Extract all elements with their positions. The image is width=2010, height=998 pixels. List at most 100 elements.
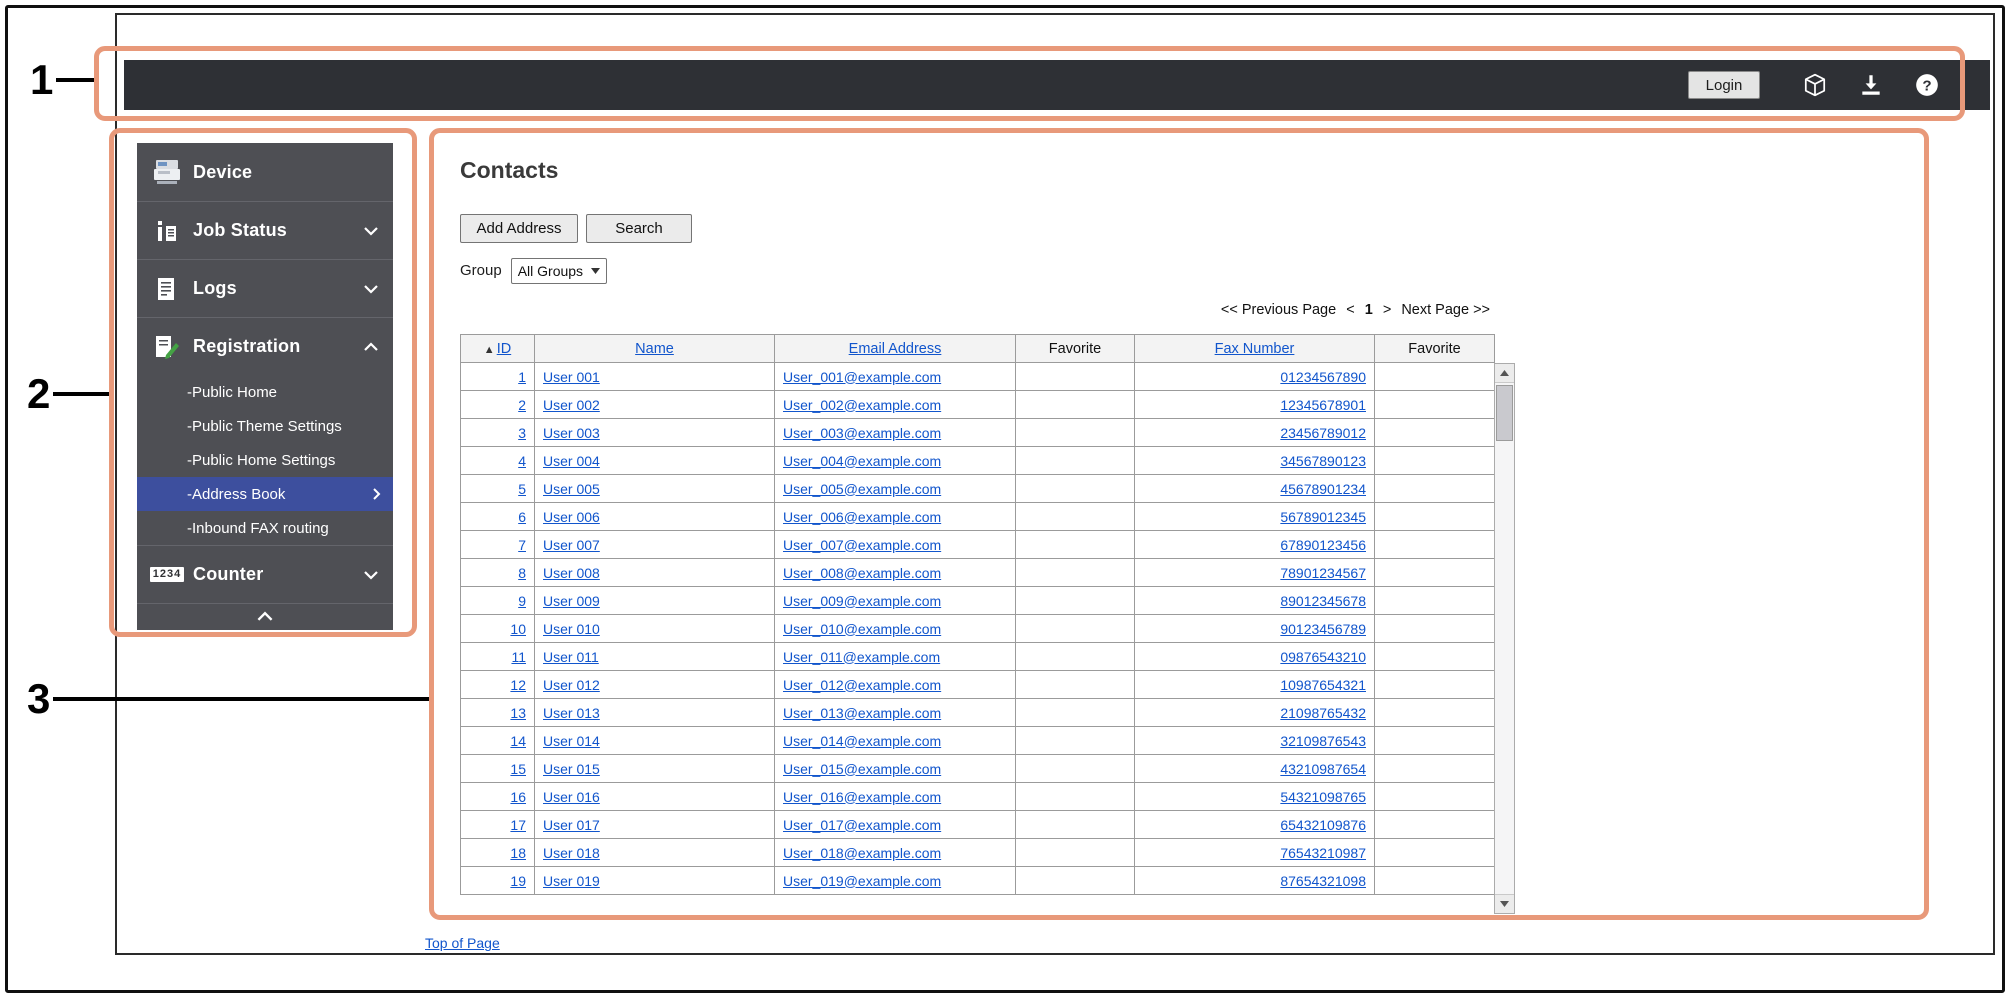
contact-id-link[interactable]: 8 (518, 565, 526, 581)
header-id-link[interactable]: ID (497, 341, 512, 357)
group-select[interactable]: All Groups (511, 258, 607, 284)
contact-fax-link[interactable]: 10987654321 (1280, 677, 1366, 693)
contact-name-link[interactable]: User 006 (543, 509, 600, 525)
contact-fax-link[interactable]: 89012345678 (1280, 593, 1366, 609)
sidebar-item-logs[interactable]: Logs (137, 259, 393, 317)
contact-fax-link[interactable]: 65432109876 (1280, 817, 1366, 833)
contact-fax-link[interactable]: 87654321098 (1280, 873, 1366, 889)
contact-name-link[interactable]: User 004 (543, 453, 600, 469)
sidebar-collapse-button[interactable] (137, 603, 393, 632)
contact-fax-link[interactable]: 90123456789 (1280, 621, 1366, 637)
contact-fax-link[interactable]: 67890123456 (1280, 537, 1366, 553)
contact-name-link[interactable]: User 017 (543, 817, 600, 833)
contact-email-link[interactable]: User_009@example.com (783, 593, 941, 609)
contact-email-link[interactable]: User_011@example.com (783, 649, 940, 665)
contact-name-link[interactable]: User 007 (543, 537, 600, 553)
contact-id-link[interactable]: 7 (518, 537, 526, 553)
contact-fax-link[interactable]: 54321098765 (1280, 789, 1366, 805)
contact-fax-link[interactable]: 01234567890 (1280, 369, 1366, 385)
contact-id-link[interactable]: 2 (518, 397, 526, 413)
contact-id-link[interactable]: 11 (511, 649, 526, 665)
contact-email-link[interactable]: User_012@example.com (783, 677, 941, 693)
contact-fax-link[interactable]: 34567890123 (1280, 453, 1366, 469)
sidebar-item-registration[interactable]: Registration (137, 317, 393, 375)
contact-name-link[interactable]: User 010 (543, 621, 600, 637)
contact-fax-link[interactable]: 32109876543 (1280, 733, 1366, 749)
previous-single-link[interactable]: < (1346, 302, 1354, 318)
login-button[interactable]: Login (1688, 71, 1760, 99)
contact-email-link[interactable]: User_018@example.com (783, 845, 941, 861)
contact-name-link[interactable]: User 018 (543, 845, 600, 861)
contact-fax-link[interactable]: 23456789012 (1280, 425, 1366, 441)
contact-id-link[interactable]: 19 (510, 873, 526, 889)
scroll-down-button[interactable] (1495, 894, 1514, 913)
vertical-scrollbar[interactable] (1494, 363, 1515, 914)
contact-name-link[interactable]: User 009 (543, 593, 600, 609)
search-button[interactable]: Search (586, 214, 692, 243)
contact-id-link[interactable]: 1 (518, 369, 526, 385)
sidebar-item-counter[interactable]: 1234 Counter (137, 545, 393, 603)
contact-email-link[interactable]: User_007@example.com (783, 537, 941, 553)
sidebar-item-job-status[interactable]: Job Status (137, 201, 393, 259)
scroll-up-button[interactable] (1495, 364, 1514, 383)
contact-name-link[interactable]: User 013 (543, 705, 600, 721)
contact-id-link[interactable]: 14 (510, 733, 526, 749)
contact-id-link[interactable]: 17 (510, 817, 526, 833)
contact-fax-link[interactable]: 09876543210 (1280, 649, 1366, 665)
contact-email-link[interactable]: User_014@example.com (783, 733, 941, 749)
contact-id-link[interactable]: 3 (518, 425, 526, 441)
contact-email-link[interactable]: User_004@example.com (783, 453, 941, 469)
contact-fax-link[interactable]: 45678901234 (1280, 481, 1366, 497)
add-address-button[interactable]: Add Address (460, 214, 578, 243)
contact-email-link[interactable]: User_013@example.com (783, 705, 941, 721)
header-name-link[interactable]: Name (635, 341, 674, 357)
contact-id-link[interactable]: 12 (510, 677, 526, 693)
contact-id-link[interactable]: 9 (518, 593, 526, 609)
sidebar-item-device[interactable]: Device (137, 143, 393, 201)
contact-email-link[interactable]: User_005@example.com (783, 481, 941, 497)
help-icon[interactable]: ? (1914, 72, 1940, 98)
package-icon[interactable] (1802, 72, 1828, 98)
contact-name-link[interactable]: User 019 (543, 873, 600, 889)
header-fax-link[interactable]: Fax Number (1215, 341, 1295, 357)
contact-name-link[interactable]: User 015 (543, 761, 600, 777)
next-page-link[interactable]: Next Page >> (1401, 302, 1490, 318)
next-single-link[interactable]: > (1383, 302, 1391, 318)
contact-email-link[interactable]: User_002@example.com (783, 397, 941, 413)
contact-email-link[interactable]: User_019@example.com (783, 873, 941, 889)
contact-email-link[interactable]: User_010@example.com (783, 621, 941, 637)
contact-name-link[interactable]: User 012 (543, 677, 600, 693)
contact-name-link[interactable]: User 014 (543, 733, 600, 749)
contact-email-link[interactable]: User_016@example.com (783, 789, 941, 805)
contact-email-link[interactable]: User_015@example.com (783, 761, 941, 777)
contact-email-link[interactable]: User_017@example.com (783, 817, 941, 833)
previous-page-link[interactable]: << Previous Page (1221, 302, 1336, 318)
contact-id-link[interactable]: 5 (518, 481, 526, 497)
top-of-page-link[interactable]: Top of Page (425, 935, 500, 951)
contact-name-link[interactable]: User 003 (543, 425, 600, 441)
contact-id-link[interactable]: 6 (518, 509, 526, 525)
contact-fax-link[interactable]: 12345678901 (1280, 397, 1366, 413)
contact-name-link[interactable]: User 005 (543, 481, 600, 497)
contact-name-link[interactable]: User 016 (543, 789, 600, 805)
contact-email-link[interactable]: User_008@example.com (783, 565, 941, 581)
sidebar-item-address-book[interactable]: -Address Book (137, 477, 393, 511)
download-icon[interactable] (1858, 72, 1884, 98)
contact-fax-link[interactable]: 43210987654 (1280, 761, 1366, 777)
contact-fax-link[interactable]: 76543210987 (1280, 845, 1366, 861)
sidebar-item-public-theme-settings[interactable]: -Public Theme Settings (137, 409, 393, 443)
contact-id-link[interactable]: 18 (510, 845, 526, 861)
contact-id-link[interactable]: 15 (510, 761, 526, 777)
contact-name-link[interactable]: User 002 (543, 397, 600, 413)
contact-name-link[interactable]: User 011 (543, 649, 599, 665)
contact-name-link[interactable]: User 001 (543, 369, 600, 385)
sidebar-item-public-home-settings[interactable]: -Public Home Settings (137, 443, 393, 477)
sidebar-item-inbound-fax-routing[interactable]: -Inbound FAX routing (137, 511, 393, 545)
contact-id-link[interactable]: 16 (510, 789, 526, 805)
scrollbar-thumb[interactable] (1496, 385, 1513, 441)
contact-email-link[interactable]: User_001@example.com (783, 369, 941, 385)
contact-name-link[interactable]: User 008 (543, 565, 600, 581)
contact-email-link[interactable]: User_003@example.com (783, 425, 941, 441)
header-email-link[interactable]: Email Address (849, 341, 942, 357)
contact-fax-link[interactable]: 56789012345 (1280, 509, 1366, 525)
